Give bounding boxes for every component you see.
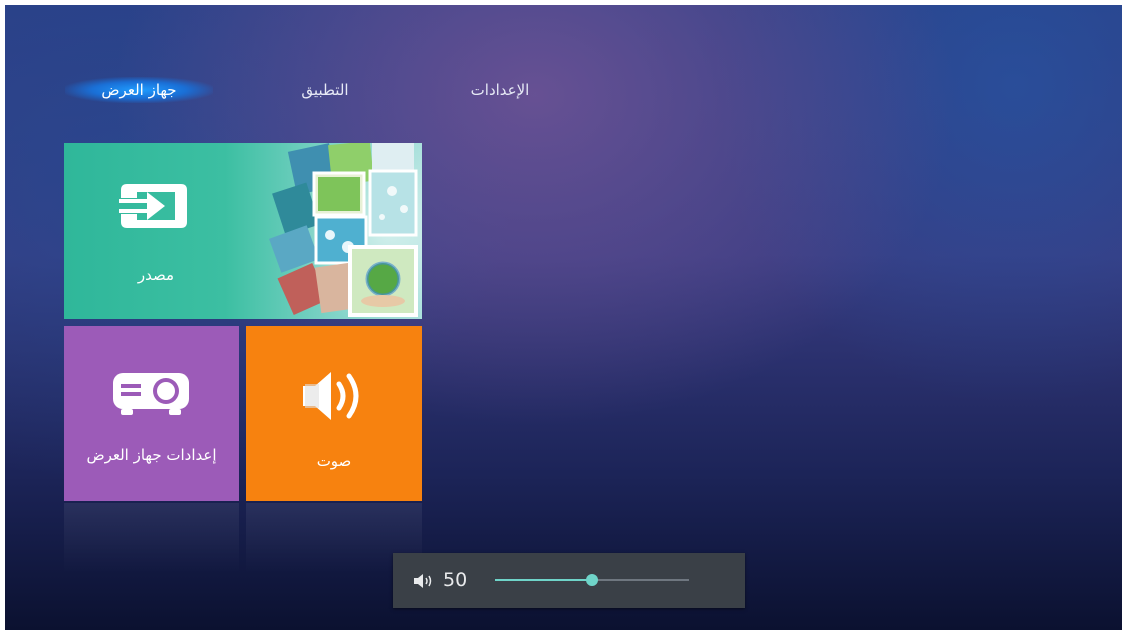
input-arrow-icon	[119, 184, 187, 228]
projector-settings-tile-label: إعدادات جهاز العرض	[86, 446, 217, 464]
projector-icon	[113, 373, 189, 415]
volume-slider-track[interactable]	[495, 574, 689, 586]
sound-tile-label: صوت	[316, 452, 352, 470]
tab-settings[interactable]: الإعدادات	[440, 77, 560, 103]
projector-settings-tile[interactable]: إعدادات جهاز العرض	[64, 326, 239, 501]
tab-apps[interactable]: التطبيق	[275, 77, 375, 103]
sound-tile[interactable]: صوت	[246, 326, 422, 501]
volume-value: 50	[443, 569, 468, 591]
source-tile[interactable]: مصدر	[64, 143, 422, 319]
source-tile-label: مصدر	[137, 266, 175, 284]
speaker-icon	[303, 372, 359, 420]
launcher-screen: جهاز العرض التطبيق الإعدادات مصدر إعدادا…	[5, 5, 1122, 630]
tab-projector[interactable]: جهاز العرض	[65, 77, 213, 103]
volume-overlay: 50	[393, 553, 745, 608]
projector-settings-tile-reflection	[64, 503, 239, 573]
volume-slider-fill	[495, 579, 592, 581]
volume-slider-handle[interactable]	[586, 574, 598, 586]
speaker-volume-icon	[414, 574, 432, 588]
